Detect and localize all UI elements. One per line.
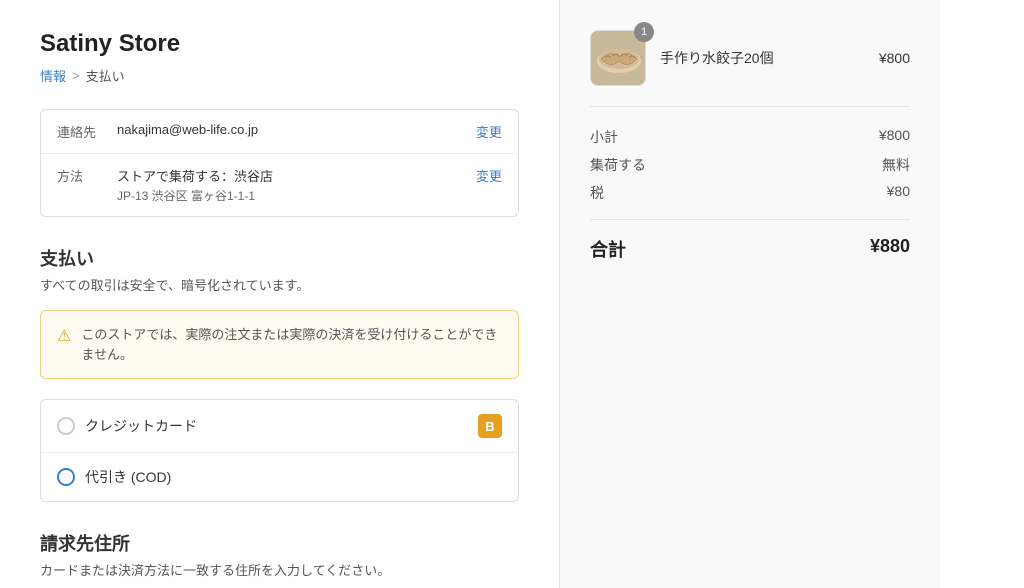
subtotal-row: 小計 ¥800: [590, 127, 910, 147]
method-change[interactable]: 変更: [476, 166, 502, 185]
contact-change[interactable]: 変更: [476, 122, 502, 141]
method-value: ストアで集荷する：渋谷店 JP-13 渋谷区 富ヶ谷1-1-1: [117, 166, 468, 204]
method-label: 方法: [57, 166, 117, 185]
payment-title: 支払い: [40, 245, 519, 271]
breadcrumb-separator: >: [72, 68, 80, 83]
pickup-label: 集荷する: [590, 155, 646, 175]
radio-credit[interactable]: [57, 417, 75, 435]
total-value: ¥880: [870, 236, 910, 262]
left-panel: Satiny Store 情報 > 支払い 連絡先 nakajima@web-l…: [0, 0, 560, 588]
payment-options: クレジットカード B 代引き (COD): [40, 399, 519, 502]
cart-img-wrapper: 1: [590, 30, 646, 86]
total-row: 合計 ¥880: [590, 219, 910, 262]
contact-value: nakajima@web-life.co.jp: [117, 122, 468, 137]
info-row-contact: 連絡先 nakajima@web-life.co.jp 変更: [41, 110, 518, 154]
warning-box: ⚠ このストアでは、実際の注文または実際の決済を受け付けることができません。: [40, 310, 519, 379]
subtotal-label: 小計: [590, 127, 618, 147]
payment-option-credit[interactable]: クレジットカード B: [41, 400, 518, 453]
radio-cod[interactable]: [57, 468, 75, 486]
breadcrumb-info-link[interactable]: 情報: [40, 66, 66, 85]
billing-subtitle: カードまたは決済方法に一致する住所を入力してください。: [40, 560, 519, 579]
store-title: Satiny Store: [40, 30, 519, 58]
warning-icon: ⚠: [57, 326, 71, 346]
credit-label: クレジットカード: [85, 416, 468, 436]
payment-option-cod[interactable]: 代引き (COD): [41, 453, 518, 501]
cart-quantity-badge: 1: [634, 22, 654, 42]
tax-value: ¥80: [887, 183, 910, 203]
pickup-value: 無料: [882, 155, 910, 175]
warning-text: このストアでは、実際の注文または実際の決済を受け付けることができません。: [81, 325, 502, 364]
tax-row: 税 ¥80: [590, 183, 910, 203]
breadcrumb-current: 支払い: [86, 66, 125, 85]
method-main: ストアで集荷する：渋谷店: [117, 166, 468, 185]
tax-label: 税: [590, 183, 604, 203]
total-label: 合計: [590, 236, 626, 262]
info-table: 連絡先 nakajima@web-life.co.jp 変更 方法 ストアで集荷…: [40, 109, 519, 217]
contact-email: nakajima@web-life.co.jp: [117, 122, 258, 137]
pickup-row: 集荷する 無料: [590, 155, 910, 175]
badge-b: B: [478, 414, 502, 438]
payment-subtitle: すべての取引は安全で、暗号化されています。: [40, 275, 519, 294]
cod-label: 代引き (COD): [85, 467, 502, 487]
cart-item: 1 手作り水餃子20個 ¥800: [590, 30, 910, 107]
billing-title: 請求先住所: [40, 530, 519, 556]
cart-item-price: ¥800: [879, 50, 910, 66]
subtotal-value: ¥800: [879, 127, 910, 147]
method-sub: JP-13 渋谷区 富ヶ谷1-1-1: [117, 187, 468, 204]
contact-label: 連絡先: [57, 122, 117, 141]
info-row-method: 方法 ストアで集荷する：渋谷店 JP-13 渋谷区 富ヶ谷1-1-1 変更: [41, 154, 518, 216]
right-panel: 1 手作り水餃子20個 ¥800 小計 ¥800 集荷する 無料 税 ¥80 合…: [560, 0, 940, 588]
breadcrumb: 情報 > 支払い: [40, 66, 519, 85]
cart-item-name: 手作り水餃子20個: [660, 48, 865, 68]
